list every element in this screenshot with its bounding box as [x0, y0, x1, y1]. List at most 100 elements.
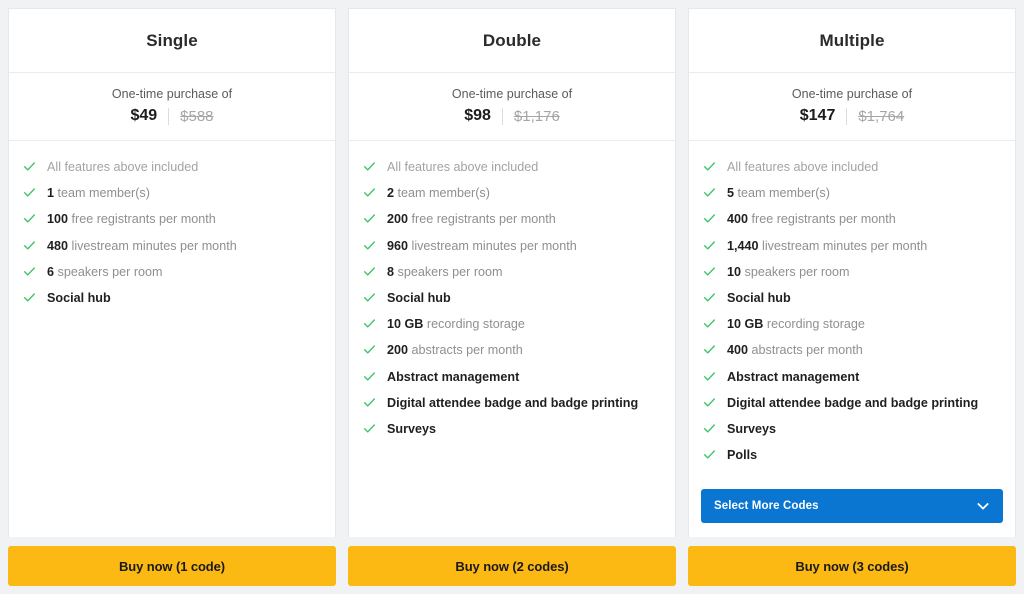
feature-quantity: 8 [387, 264, 395, 279]
feature-item: Polls [703, 442, 1003, 468]
feature-item: 1,440 livestream minutes per month [703, 233, 1003, 259]
price-original-strikethrough: $1,176 [513, 107, 560, 125]
feature-description: recording storage [426, 317, 525, 332]
plan-column: Double One-time purchase of $98 $1,176 All f… [348, 8, 676, 586]
feature-item: Abstract management [363, 364, 663, 390]
plan-column: Multiple One-time purchase of $147 $1,764 Al… [688, 8, 1016, 586]
feature-item: All features above included [703, 154, 1003, 180]
feature-item: All features above included [363, 154, 663, 180]
check-icon [703, 291, 716, 304]
feature-item: 480 livestream minutes per month [23, 233, 323, 259]
feature-quantity: 10 GB [727, 317, 764, 332]
check-icon [703, 239, 716, 252]
feature-item: All features above included [23, 154, 323, 180]
check-icon [363, 396, 376, 409]
feature-item: Surveys [703, 416, 1003, 442]
price-original-strikethrough: $1,764 [858, 107, 905, 125]
price-current: $147 [799, 107, 836, 124]
plan-card: Double One-time purchase of $98 $1,176 All f… [348, 8, 676, 537]
feature-list: All features above included 2 team member… [349, 141, 675, 537]
feature-description: livestream minutes per month [71, 238, 237, 253]
feature-label: Polls [727, 448, 758, 463]
feature-label: 960 livestream minutes per month [387, 239, 577, 253]
feature-label: 400 free registrants per month [727, 212, 896, 226]
buy-now-button[interactable]: Buy now (3 codes) [688, 546, 1016, 586]
feature-description: team member(s) [57, 186, 150, 201]
check-icon [23, 186, 36, 199]
plan-card: Multiple One-time purchase of $147 $1,764 Al… [688, 8, 1016, 537]
check-icon [363, 317, 376, 330]
feature-item: 10 GB recording storage [703, 311, 1003, 337]
check-icon [23, 160, 36, 173]
feature-quantity: 5 [727, 186, 735, 201]
check-icon [23, 212, 36, 225]
feature-quantity: 2 [387, 186, 395, 201]
select-more-codes-label: Select More Codes [714, 500, 819, 512]
check-icon [363, 239, 376, 252]
feature-label: 8 speakers per room [387, 265, 503, 279]
feature-description: speakers per room [744, 264, 850, 279]
feature-quantity: 400 [727, 212, 749, 227]
feature-description: speakers per room [57, 264, 163, 279]
feature-item: Abstract management [703, 364, 1003, 390]
feature-label: Surveys [727, 421, 777, 436]
feature-quantity: 200 [387, 212, 409, 227]
feature-label: Surveys [387, 421, 437, 436]
check-icon [363, 265, 376, 278]
feature-item: 8 speakers per room [363, 259, 663, 285]
feature-item: 200 free registrants per month [363, 206, 663, 232]
check-icon [363, 186, 376, 199]
feature-item: Social hub [23, 285, 323, 311]
price-block: One-time purchase of $49 $588 [9, 73, 335, 141]
feature-item: 10 speakers per room [703, 259, 1003, 285]
plan-title: Single [9, 9, 335, 73]
pricing-plans-grid: Single One-time purchase of $49 $588 All fea… [0, 0, 1024, 594]
feature-item: 400 free registrants per month [703, 206, 1003, 232]
feature-quantity: 6 [47, 264, 55, 279]
plan-column: Single One-time purchase of $49 $588 All fea… [8, 8, 336, 586]
buy-now-button[interactable]: Buy now (1 code) [8, 546, 336, 586]
select-more-codes-dropdown[interactable]: Select More Codes [701, 489, 1003, 523]
feature-quantity: 10 [727, 264, 742, 279]
feature-description: recording storage [766, 317, 865, 332]
check-icon [363, 212, 376, 225]
check-icon [23, 291, 36, 304]
check-icon [703, 448, 716, 461]
feature-item: Surveys [363, 416, 663, 442]
feature-quantity: 200 [387, 343, 409, 358]
check-icon [703, 212, 716, 225]
price-original-strikethrough: $588 [180, 107, 214, 125]
feature-quantity: 400 [727, 343, 749, 358]
feature-description: livestream minutes per month [762, 238, 928, 253]
check-icon [703, 186, 716, 199]
check-icon [363, 422, 376, 435]
plan-title: Double [349, 9, 675, 73]
feature-item: 10 GB recording storage [363, 311, 663, 337]
check-icon [363, 343, 376, 356]
plan-card: Single One-time purchase of $49 $588 All fea… [8, 8, 336, 537]
buy-now-button[interactable]: Buy now (2 codes) [348, 546, 676, 586]
feature-label: All features above included [47, 160, 199, 175]
feature-label: Abstract management [387, 369, 520, 384]
feature-label: 400 abstracts per month [727, 343, 863, 357]
feature-description: team member(s) [737, 186, 830, 201]
price-row: $147 $1,764 [699, 107, 1005, 125]
feature-label: 2 team member(s) [387, 186, 490, 200]
chevron-down-icon[interactable] [975, 498, 991, 514]
feature-label: Digital attendee badge and badge printin… [387, 395, 639, 410]
check-icon [703, 265, 716, 278]
feature-list: All features above included 1 team member… [9, 141, 335, 537]
feature-label: Digital attendee badge and badge printin… [727, 395, 979, 410]
price-current: $49 [130, 107, 158, 124]
feature-item: Digital attendee badge and badge printin… [703, 390, 1003, 416]
feature-item: 2 team member(s) [363, 180, 663, 206]
feature-description: free registrants per month [751, 212, 896, 227]
feature-quantity: 10 GB [387, 317, 424, 332]
price-caption: One-time purchase of [111, 87, 233, 101]
feature-label: Abstract management [727, 369, 860, 384]
check-icon [363, 370, 376, 383]
feature-label: All features above included [727, 160, 879, 175]
feature-quantity: 960 [387, 238, 409, 253]
feature-label: 200 abstracts per month [387, 343, 523, 357]
feature-quantity: 1,440 [727, 238, 759, 253]
